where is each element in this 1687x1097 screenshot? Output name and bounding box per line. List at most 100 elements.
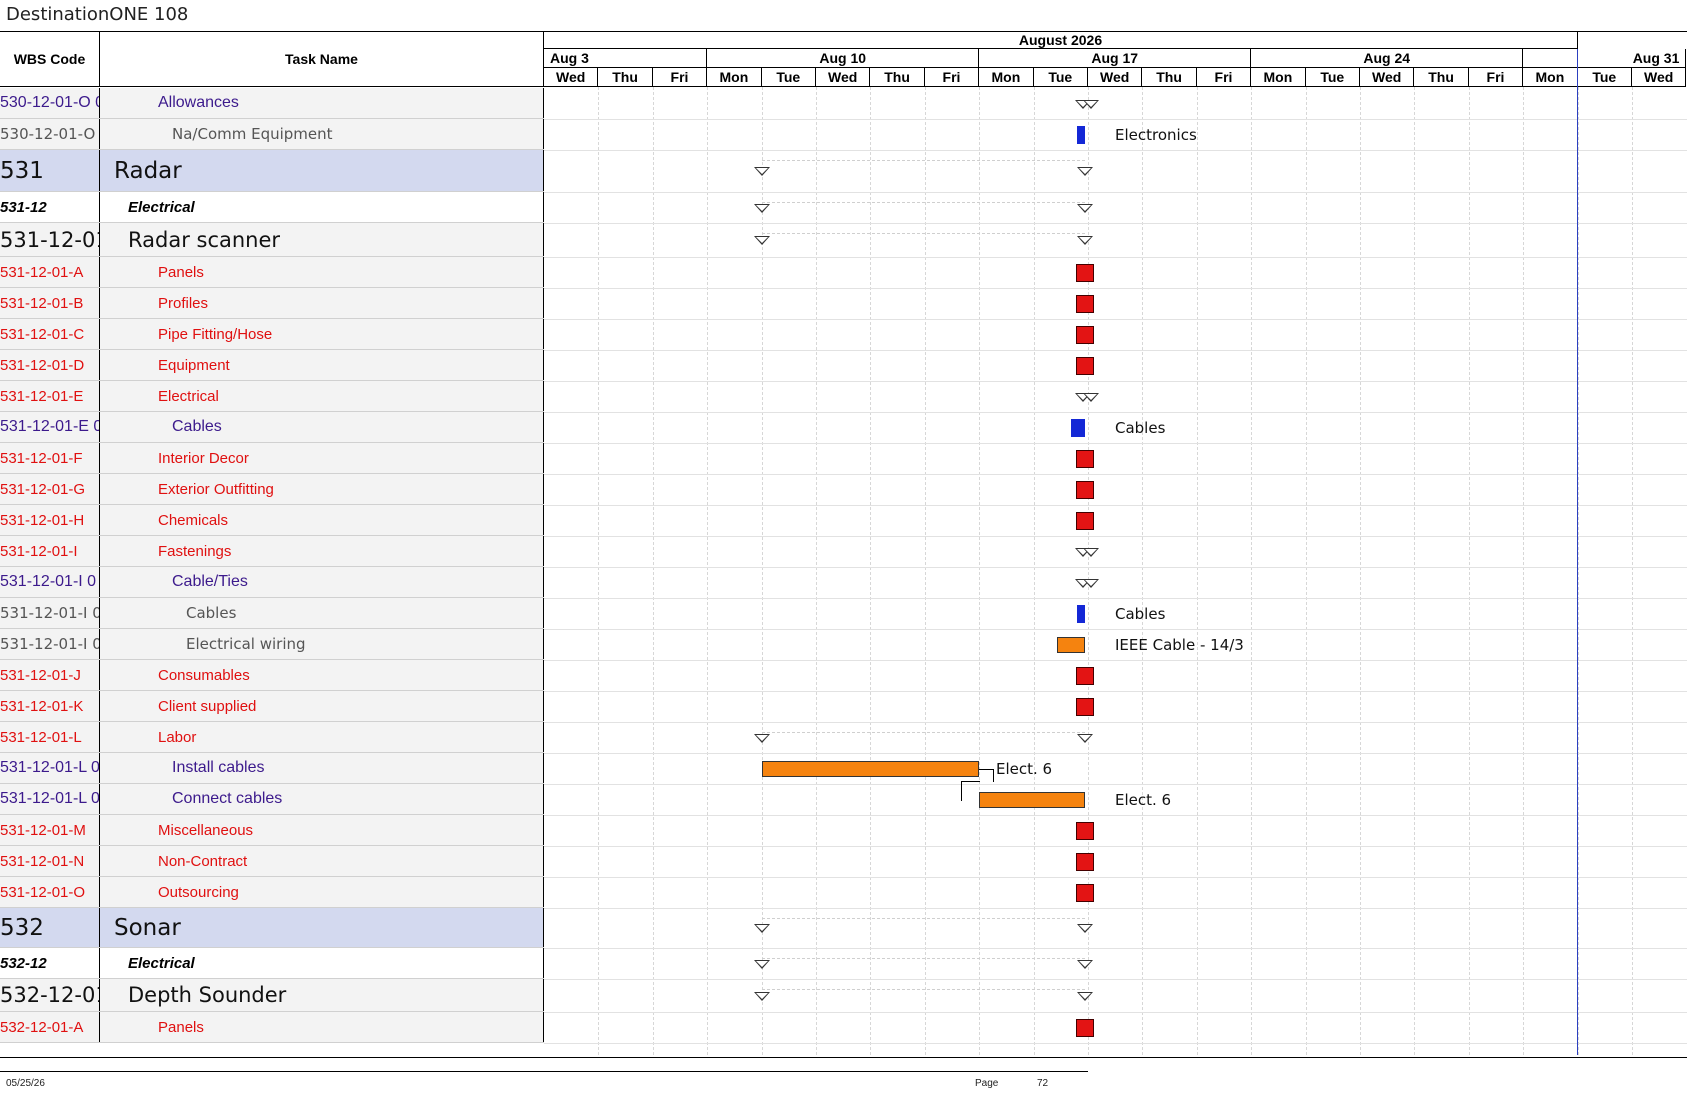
task-name: Chemicals [100, 505, 544, 535]
summary-task-row[interactable]: 532 Sonar [0, 908, 544, 948]
task-row[interactable]: 531-12-01-E Electrical [0, 381, 544, 412]
footer-date: 05/25/26 [6, 1078, 45, 1089]
milestone-marker[interactable] [1076, 821, 1094, 840]
task-name: Radar scanner [100, 223, 544, 256]
summary-task-row[interactable]: 531 Radar [0, 150, 544, 192]
summary-end-marker[interactable] [1077, 167, 1093, 176]
summary-start-marker[interactable] [754, 959, 770, 969]
wbs-code: 531-12-01-D [0, 350, 100, 380]
task-row[interactable]: 531-12-01-L 0 Connect cables [0, 784, 544, 815]
milestone-marker[interactable] [1076, 325, 1094, 344]
milestone-marker[interactable] [1076, 1018, 1094, 1037]
row-gridline [544, 948, 1687, 949]
task-row[interactable]: 531-12-01-J Consumables [0, 660, 544, 691]
milestone-marker[interactable] [1076, 666, 1094, 685]
day-header: Thu [870, 68, 925, 87]
task-row[interactable]: 531-12-01-A Panels [0, 257, 544, 288]
task-row[interactable]: 531-12-01-I 01Cables [0, 598, 544, 629]
task-row[interactable]: 531-12-01-I 0 Cable/Ties [0, 567, 544, 598]
wbs-code: 531-12-01 [0, 223, 100, 256]
milestone-marker[interactable] [1076, 263, 1094, 282]
task-row[interactable]: 531-12-01-N Non-Contract [0, 846, 544, 877]
wbs-code: 532-12-01 [0, 979, 100, 1011]
day-gridline [652, 87, 654, 1055]
row-gridline [544, 1012, 1687, 1013]
milestone-marker[interactable] [1076, 480, 1094, 499]
summary-end-marker[interactable] [1077, 203, 1093, 213]
row-gridline [544, 722, 1687, 723]
milestone-marker[interactable] [1076, 697, 1094, 716]
task-row[interactable]: 532-12-01 Depth Sounder [0, 979, 544, 1012]
week-header: Aug 10 [707, 49, 980, 68]
material-bar[interactable] [1077, 604, 1085, 623]
wbs-code: 531-12-01-N [0, 846, 100, 876]
task-row[interactable]: 531-12-01-L 0 Install cables [0, 753, 544, 784]
rollup-end-marker[interactable] [1083, 547, 1099, 557]
task-row[interactable]: 531-12-01-C Pipe Fitting/Hose [0, 319, 544, 350]
task-row[interactable]: 531-12-01-I 01Electrical wiring [0, 629, 544, 660]
milestone-marker[interactable] [1076, 449, 1094, 468]
wbs-code: 530-12-01-O 01 [0, 119, 100, 149]
task-name: Na/Comm Equipment [100, 119, 544, 149]
task-name: Cables [100, 598, 544, 628]
task-row[interactable]: 531-12-01-F Interior Decor [0, 443, 544, 474]
wbs-code: 531-12-01-I [0, 536, 100, 566]
summary-start-marker[interactable] [754, 203, 770, 213]
summary-end-marker[interactable] [1077, 959, 1093, 969]
summary-start-marker[interactable] [754, 167, 770, 176]
task-row[interactable]: 531-12 Electrical [0, 192, 544, 223]
task-row[interactable]: 531-12-01-M Miscellaneous [0, 815, 544, 846]
task-row[interactable]: 530-12-01-O 0 Allowances [0, 88, 544, 119]
task-name-header[interactable]: Task Name [100, 32, 544, 87]
summary-start-marker[interactable] [754, 924, 770, 933]
labor-bar[interactable] [979, 791, 1085, 808]
summary-span-line [762, 732, 1085, 733]
rollup-end-marker[interactable] [1083, 578, 1099, 588]
labor-bar[interactable] [1057, 636, 1085, 653]
milestone-marker[interactable] [1076, 852, 1094, 871]
bar-label: Cables [1115, 418, 1166, 437]
day-header: Tue [761, 68, 816, 87]
summary-start-marker[interactable] [754, 236, 770, 245]
summary-end-marker[interactable] [1077, 991, 1093, 1001]
task-row[interactable]: 532-12-01-A Panels [0, 1012, 544, 1043]
task-row[interactable]: 532-12 Electrical [0, 948, 544, 979]
wbs-code: 531-12-01-L 0 [0, 784, 100, 814]
milestone-marker[interactable] [1076, 883, 1094, 902]
rollup-end-marker[interactable] [1083, 99, 1099, 109]
summary-end-marker[interactable] [1077, 924, 1093, 933]
task-name: Depth Sounder [100, 979, 544, 1011]
milestone-marker[interactable] [1076, 511, 1094, 530]
task-name: Consumables [100, 660, 544, 690]
row-gridline [544, 815, 1687, 816]
summary-start-marker[interactable] [754, 733, 770, 743]
wbs-code-header[interactable]: WBS Code [0, 32, 100, 87]
task-row[interactable]: 531-12-01-I Fastenings [0, 536, 544, 567]
task-row[interactable]: 531-12-01-L Labor [0, 722, 544, 753]
labor-bar[interactable] [762, 760, 979, 777]
wbs-code: 531-12-01-A [0, 257, 100, 287]
summary-end-marker[interactable] [1077, 236, 1093, 245]
wbs-code: 531-12-01-C [0, 319, 100, 349]
material-bar[interactable] [1071, 418, 1085, 437]
task-row[interactable]: 530-12-01-O 01Na/Comm Equipment [0, 119, 544, 150]
rollup-end-marker[interactable] [1083, 392, 1099, 402]
task-row[interactable]: 531-12-01-D Equipment [0, 350, 544, 381]
dependency-link [979, 768, 994, 782]
task-row[interactable]: 531-12-01-E 0 Cables [0, 412, 544, 443]
task-row[interactable]: 531-12-01-B Profiles [0, 288, 544, 319]
task-row[interactable]: 531-12-01-H Chemicals [0, 505, 544, 536]
summary-end-marker[interactable] [1077, 733, 1093, 743]
row-gridline [544, 567, 1687, 568]
wbs-code: 531-12-01-J [0, 660, 100, 690]
task-row[interactable]: 531-12-01-K Client supplied [0, 691, 544, 722]
task-row[interactable]: 531-12-01-O Outsourcing [0, 877, 544, 908]
task-row[interactable]: 531-12-01-G Exterior Outfitting [0, 474, 544, 505]
milestone-marker[interactable] [1076, 356, 1094, 375]
material-bar[interactable] [1077, 125, 1085, 144]
task-row[interactable]: 531-12-01 Radar scanner [0, 223, 544, 257]
milestone-marker[interactable] [1076, 294, 1094, 313]
task-name: Panels [100, 1012, 544, 1042]
summary-start-marker[interactable] [754, 991, 770, 1001]
task-name: Cables [100, 412, 544, 442]
